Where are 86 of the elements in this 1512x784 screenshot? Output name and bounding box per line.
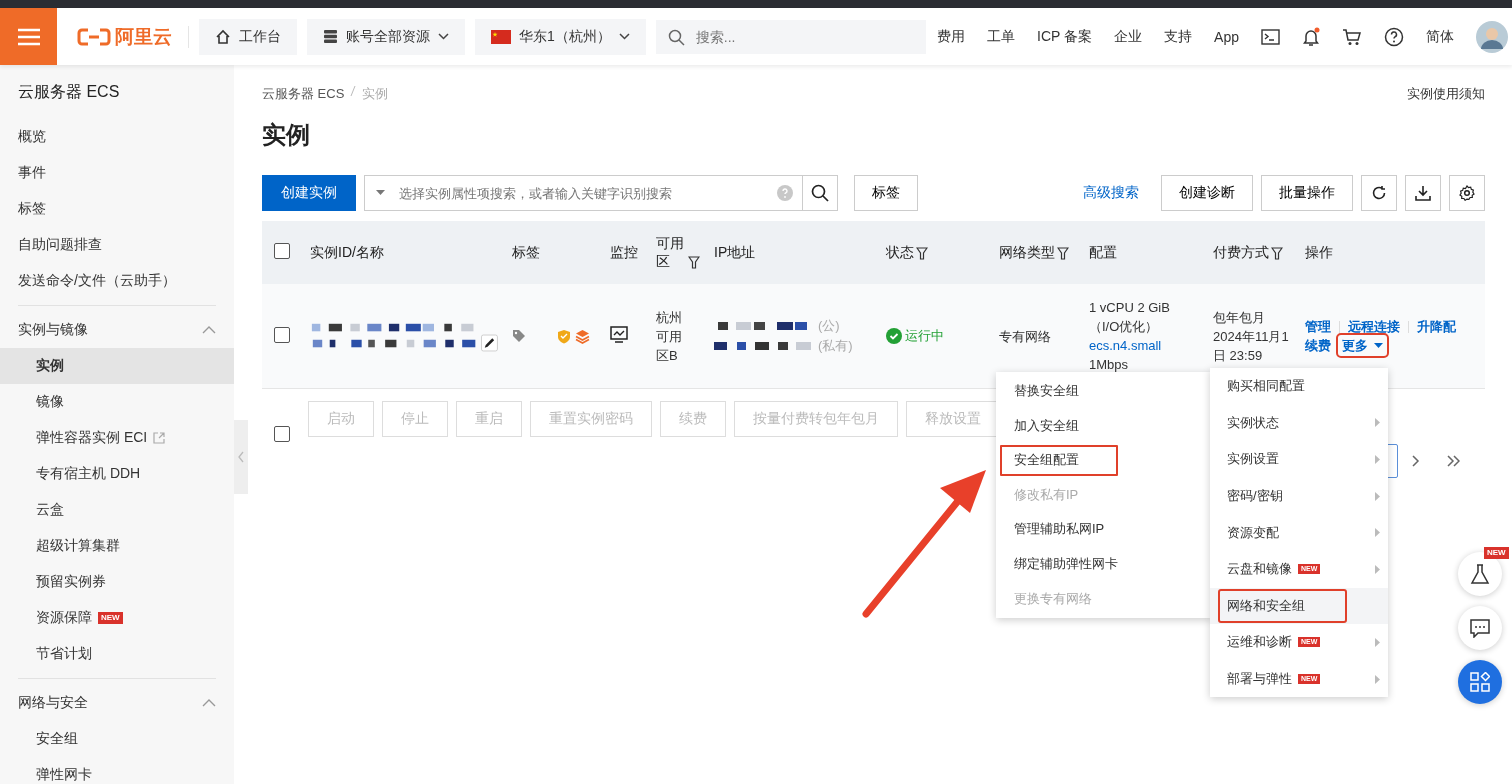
logo-text: 阿里云 <box>115 24 172 49</box>
menu-item-label: 云盘和镜像 <box>1227 560 1292 579</box>
column-header: IP地址 <box>714 243 756 262</box>
column-header: 实例ID/名称 <box>310 243 384 262</box>
config-text: （I/O优化） <box>1089 318 1160 336</box>
sidebar-item[interactable]: 云盒 <box>0 492 234 528</box>
menu-item[interactable]: 购买相同配置 <box>1210 368 1388 405</box>
search-field[interactable]: 搜索... <box>655 19 926 54</box>
sidebar-item[interactable]: 资源保障 NEW <box>0 600 234 636</box>
nav-button[interactable]: 工作台 <box>199 18 297 55</box>
sidebar-item[interactable]: 节省计划 <box>0 636 234 672</box>
tag-button[interactable]: 标签 <box>854 175 918 211</box>
nav-button[interactable]: 账号全部资源 <box>307 18 465 55</box>
action-link[interactable]: 远程连接 <box>1348 317 1400 336</box>
sidebar-item[interactable]: 超级计算集群 <box>0 528 234 564</box>
expiry-text: 2024年11月1日 23:59 <box>1213 327 1290 365</box>
menu-item[interactable]: 网络和安全组 <box>1210 587 1388 625</box>
menu-item[interactable]: 实例状态 <box>1210 404 1388 442</box>
column-header: 状态 <box>886 243 914 262</box>
column-header: 标签 <box>512 243 540 262</box>
zone-text: 杭州可用区B <box>656 308 683 365</box>
network-type-text: 专有网络 <box>999 328 1051 344</box>
menu-item-label: 实例设置 <box>1227 450 1279 469</box>
menu-item-label: 密码/密钥 <box>1227 487 1283 506</box>
config-text: 1 vCPU 2 GiB <box>1089 299 1171 317</box>
sidebar-item[interactable]: 发送命令/文件（云助手） <box>0 263 234 299</box>
sidebar-item[interactable]: 自助问题排查 <box>0 227 234 263</box>
menu-item[interactable]: 安全组配置 <box>998 443 1120 478</box>
sidebar-item[interactable]: 事件 <box>0 155 234 191</box>
ip-label: (私有) <box>818 337 853 355</box>
action-link[interactable]: 管理 <box>1305 317 1331 336</box>
nav-button[interactable]: 华东1（杭州） <box>475 18 646 55</box>
language-link[interactable]: 简体 <box>1426 27 1454 46</box>
nav-link[interactable]: 费用 <box>937 27 966 46</box>
menu-item-label: 实例状态 <box>1227 413 1279 432</box>
action-link[interactable]: 续费 <box>1305 336 1331 355</box>
column-header: 配置 <box>1089 243 1117 262</box>
action-link[interactable]: 升降配 <box>1417 317 1456 336</box>
status-text: 运行中 <box>905 327 944 345</box>
nav-link[interactable]: 工单 <box>987 27 1016 46</box>
column-header: 操作 <box>1305 243 1333 262</box>
column-header: 网络类型 <box>999 243 1055 262</box>
new-badge: NEW <box>1484 547 1509 559</box>
ip-label: (公) <box>818 317 840 335</box>
sidebar-item[interactable]: 专有宿主机 DDH <box>0 456 234 492</box>
sidebar-item[interactable]: 概览 <box>0 119 234 155</box>
menu-item[interactable]: 密码/密钥 <box>1210 477 1388 515</box>
sidebar-item[interactable]: 弹性容器实例 ECI <box>0 420 234 456</box>
sidebar-group[interactable]: 网络与安全 <box>0 685 234 721</box>
column-header: 监控 <box>610 243 638 262</box>
page-title: 实例 <box>262 120 311 150</box>
menu-item[interactable]: 实例设置 <box>1210 441 1388 478</box>
more-link[interactable]: 更多 <box>1339 336 1386 355</box>
menu-item-label: 购买相同配置 <box>1227 377 1305 396</box>
menu-item-label: 网络和安全组 <box>1218 588 1347 623</box>
instance-type-link[interactable]: ecs.n4.small <box>1089 338 1162 353</box>
nav-link[interactable]: ICP 备案 <box>1037 27 1093 46</box>
bandwidth-text: 1Mbps <box>1089 356 1130 374</box>
sidebar-title: 云服务器 ECS <box>17 82 121 102</box>
create-instance-button[interactable]: 创建实例 <box>262 175 356 211</box>
sidebar-item[interactable]: 弹性网卡 <box>0 757 234 784</box>
nav-link[interactable]: 支持 <box>1164 27 1193 46</box>
menu-item-label: 运维和诊断 <box>1227 633 1292 652</box>
toolbar-button[interactable]: 批量操作 <box>1261 175 1353 211</box>
toolbar-button[interactable]: 创建诊断 <box>1161 175 1253 211</box>
sidebar-item[interactable]: 标签 <box>0 191 234 227</box>
sidebar-item[interactable]: 预留实例券 <box>0 564 234 600</box>
sidebar-item[interactable]: 镜像 <box>0 384 234 420</box>
notice-link[interactable]: 实例使用须知 <box>1407 85 1485 103</box>
sidebar-group[interactable]: 实例与镜像 <box>0 312 234 348</box>
billing-text: 包年包月 <box>1213 308 1266 327</box>
sidebar-item[interactable]: 安全组 <box>0 721 234 757</box>
search-field[interactable]: 选择实例属性项搜索，或者输入关键字识别搜索 <box>364 175 803 211</box>
nav-link[interactable]: App <box>1214 28 1239 45</box>
menu-item[interactable]: 管理辅助私网IP <box>996 512 1212 547</box>
menu-item[interactable]: 绑定辅助弹性网卡 <box>996 546 1212 582</box>
new-badge: NEW <box>98 612 123 624</box>
advanced-search-link[interactable]: 高级搜索 <box>1083 184 1139 202</box>
sidebar-item[interactable]: 实例 <box>0 348 234 384</box>
breadcrumb-link[interactable]: 云服务器 ECS <box>262 85 345 103</box>
menu-item-label: 部署与弹性 <box>1227 670 1292 689</box>
menu-item[interactable]: 资源变配 <box>1210 514 1388 551</box>
nav-link[interactable]: 企业 <box>1114 27 1143 46</box>
column-header: 付费方式 <box>1213 243 1269 262</box>
column-header: 可用区 <box>656 234 685 271</box>
menu-item-label: 资源变配 <box>1227 523 1279 542</box>
